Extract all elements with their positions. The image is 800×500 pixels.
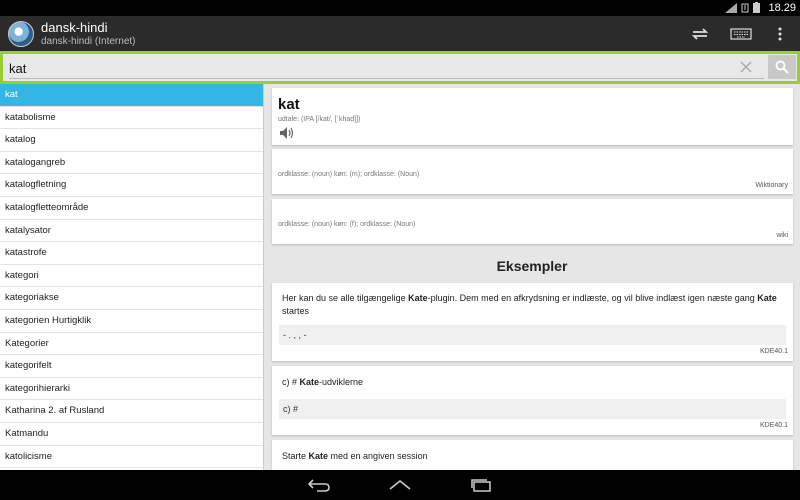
- clock: 18.29: [768, 2, 796, 14]
- search-input[interactable]: [9, 58, 764, 79]
- list-item[interactable]: katabolisme: [0, 107, 263, 130]
- app-title: dansk-hindi: [41, 20, 108, 35]
- status-icons: [725, 2, 760, 13]
- recent-apps-button[interactable]: [466, 475, 496, 495]
- list-item[interactable]: kat: [0, 84, 263, 107]
- recent-apps-icon: [471, 479, 491, 492]
- list-item[interactable]: katalysator: [0, 220, 263, 243]
- list-item[interactable]: katalogangreb: [0, 152, 263, 175]
- action-bar: dansk-hindi dansk-hindi (Internet): [0, 16, 800, 51]
- speaker-icon: [280, 127, 294, 139]
- example-card: Her kan du se alle tilgængelige Kate-plu…: [272, 283, 793, 361]
- play-audio-button[interactable]: [279, 126, 295, 145]
- example-translation: c) #: [279, 399, 786, 419]
- pronunciation: udtale: (IPA [/kat/, [ˈkhad]]): [278, 116, 361, 123]
- swap-icon: [691, 28, 709, 40]
- source-label: wiki: [776, 232, 788, 239]
- list-item[interactable]: kategorihierarki: [0, 378, 263, 401]
- source-label: KDE40.1: [759, 422, 788, 429]
- list-item[interactable]: Katharina 2. af Rusland: [0, 400, 263, 423]
- search-icon: [775, 60, 789, 74]
- sense-card: ordklasse: (noun) køn: (f); ordklasse: (…: [272, 199, 793, 244]
- back-button[interactable]: [304, 475, 334, 495]
- word-class: ordklasse: (noun) køn: (f); ordklasse: (…: [278, 221, 416, 228]
- example-translation: - . , , -: [279, 325, 786, 345]
- list-item[interactable]: katalogfletteområde: [0, 197, 263, 220]
- battery-icon: [753, 2, 760, 13]
- back-icon: [307, 479, 330, 492]
- download-icon: [741, 3, 749, 12]
- swap-language-button[interactable]: [688, 22, 712, 46]
- list-item[interactable]: katalogfletning: [0, 174, 263, 197]
- home-button[interactable]: [385, 475, 415, 495]
- list-item[interactable]: katolicisme: [0, 446, 263, 469]
- example-text: c) # Kate-udviklerne: [282, 377, 364, 387]
- list-item[interactable]: Kategorier: [0, 333, 263, 356]
- list-item[interactable]: kategoriakse: [0, 287, 263, 310]
- more-vert-icon: [778, 27, 782, 41]
- example-text: Her kan du se alle tilgængelige Kate-plu…: [282, 293, 777, 316]
- entry-detail: kat udtale: (IPA [/kat/, [ˈkhad]]) ordkl…: [264, 84, 800, 470]
- clear-search-button[interactable]: [736, 57, 756, 77]
- example-text: Starte Kate med en angiven session: [282, 451, 428, 461]
- list-item[interactable]: Katmandu: [0, 423, 263, 446]
- sense-card: ordklasse: (noun) køn: (m); ordklasse: (…: [272, 149, 793, 194]
- list-item[interactable]: katastrofe: [0, 242, 263, 265]
- list-item[interactable]: kategorifelt: [0, 355, 263, 378]
- keyboard-button[interactable]: [727, 22, 755, 46]
- list-item[interactable]: kategori: [0, 265, 263, 288]
- home-icon: [389, 479, 411, 490]
- word-class: ordklasse: (noun) køn: (m); ordklasse: (…: [278, 171, 420, 178]
- list-item[interactable]: katalog: [0, 129, 263, 152]
- signal-icon: [725, 2, 737, 13]
- examples-heading: Eksempler: [496, 258, 568, 274]
- status-bar: 18.29: [0, 0, 800, 16]
- headword: kat: [278, 96, 300, 113]
- word-list: kat katabolisme katalog katalogangreb ka…: [0, 84, 264, 470]
- overflow-menu-button[interactable]: [768, 22, 792, 46]
- example-card: Starte Kate med en angiven session: [272, 440, 793, 470]
- app-subtitle: dansk-hindi (Internet): [41, 36, 136, 47]
- list-item[interactable]: kategorien Hurtigklik: [0, 310, 263, 333]
- example-card: c) # Kate-udviklerne c) # KDE40.1: [272, 366, 793, 435]
- source-label: Wiktionary: [755, 182, 788, 189]
- source-label: KDE40.1: [759, 348, 788, 355]
- search-button[interactable]: [768, 55, 796, 79]
- app-icon[interactable]: [8, 21, 34, 47]
- keyboard-icon: [730, 28, 752, 40]
- headword-card: kat udtale: (IPA [/kat/, [ˈkhad]]): [272, 88, 793, 145]
- search-bar: [0, 51, 800, 84]
- close-icon: [740, 61, 752, 73]
- navigation-bar: [0, 470, 800, 500]
